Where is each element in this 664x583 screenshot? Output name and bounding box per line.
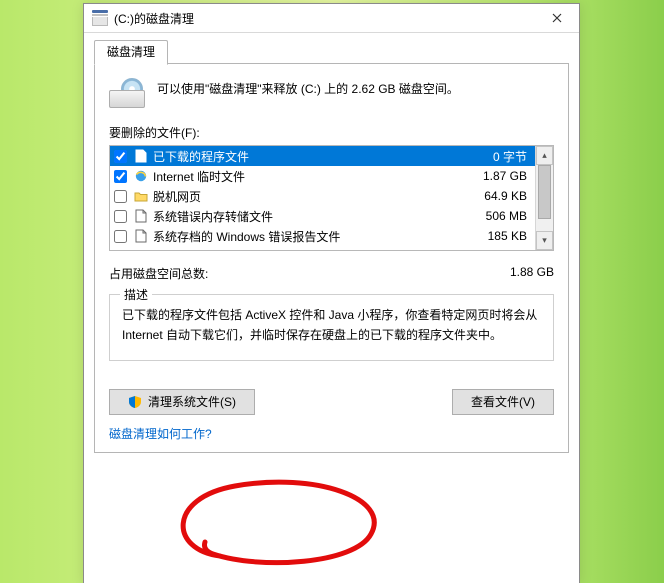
total-label: 占用磁盘空间总数: <box>109 265 208 282</box>
files-to-delete-label: 要删除的文件(F): <box>109 124 554 141</box>
file-row[interactable]: 系统错误内存转储文件 506 MB <box>110 206 535 226</box>
file-size: 64.9 KB <box>455 189 531 203</box>
file-size: 0 字节 <box>455 148 531 165</box>
description-text: 已下载的程序文件包括 ActiveX 控件和 Java 小程序，你查看特定网页时… <box>122 305 541 346</box>
app-icon <box>92 10 108 26</box>
scroll-thumb[interactable] <box>538 165 551 219</box>
file-type-icon <box>133 188 149 204</box>
close-icon <box>552 13 562 23</box>
clean-system-files-button[interactable]: 清理系统文件(S) <box>109 389 255 415</box>
description-group: 描述 已下载的程序文件包括 ActiveX 控件和 Java 小程序，你查看特定… <box>109 294 554 361</box>
summary-text: 可以使用"磁盘清理"来释放 (C:) 上的 2.62 GB 磁盘空间。 <box>157 78 459 97</box>
file-name: 已下载的程序文件 <box>153 148 451 165</box>
file-checkbox[interactable] <box>114 170 127 183</box>
view-files-button[interactable]: 查看文件(V) <box>452 389 554 415</box>
tab-strip: 磁盘清理 <box>94 39 569 64</box>
how-it-works-link[interactable]: 磁盘清理如何工作? <box>109 425 212 442</box>
vertical-scrollbar[interactable]: ▴ ▾ <box>535 146 553 250</box>
file-checkbox[interactable] <box>114 190 127 203</box>
file-checkbox[interactable] <box>114 210 127 223</box>
close-button[interactable] <box>535 4 579 32</box>
window-title: (C:)的磁盘清理 <box>114 10 194 27</box>
disk-cleanup-window: (C:)的磁盘清理 磁盘清理 可以使用"磁盘清理"来释放 (C:) 上的 2.6… <box>83 3 580 583</box>
view-files-label: 查看文件(V) <box>471 393 535 410</box>
total-value: 1.88 GB <box>510 265 554 282</box>
file-name: 系统存档的 Windows 错误报告文件 <box>153 228 451 245</box>
file-checkbox[interactable] <box>114 150 127 163</box>
shield-icon <box>128 395 142 409</box>
file-size: 1.87 GB <box>455 169 531 183</box>
file-row[interactable]: 脱机网页 64.9 KB <box>110 186 535 206</box>
drive-icon <box>109 78 145 106</box>
file-name: 脱机网页 <box>153 188 451 205</box>
file-type-icon <box>133 168 149 184</box>
file-name: 系统错误内存转储文件 <box>153 208 451 225</box>
clean-system-files-label: 清理系统文件(S) <box>148 393 236 410</box>
file-row[interactable]: Internet 临时文件 1.87 GB <box>110 166 535 186</box>
file-name: Internet 临时文件 <box>153 168 451 185</box>
file-checkbox[interactable] <box>114 230 127 243</box>
files-listbox[interactable]: 已下载的程序文件0 字节Internet 临时文件1.87 GB脱机网页64.9… <box>109 145 554 251</box>
file-row[interactable]: 已下载的程序文件0 字节 <box>110 146 535 166</box>
file-size: 185 KB <box>455 229 531 243</box>
tab-panel: 可以使用"磁盘清理"来释放 (C:) 上的 2.62 GB 磁盘空间。 要删除的… <box>94 64 569 453</box>
file-type-icon <box>133 148 149 164</box>
file-type-icon <box>133 208 149 224</box>
file-row[interactable]: 系统存档的 Windows 错误报告文件 185 KB <box>110 226 535 246</box>
tab-disk-cleanup[interactable]: 磁盘清理 <box>94 40 168 65</box>
scroll-track[interactable] <box>536 165 553 231</box>
scroll-up-button[interactable]: ▴ <box>536 146 553 165</box>
titlebar: (C:)的磁盘清理 <box>84 4 579 33</box>
scroll-down-button[interactable]: ▾ <box>536 231 553 250</box>
file-size: 506 MB <box>455 209 531 223</box>
file-type-icon <box>133 228 149 244</box>
description-legend: 描述 <box>120 286 152 303</box>
